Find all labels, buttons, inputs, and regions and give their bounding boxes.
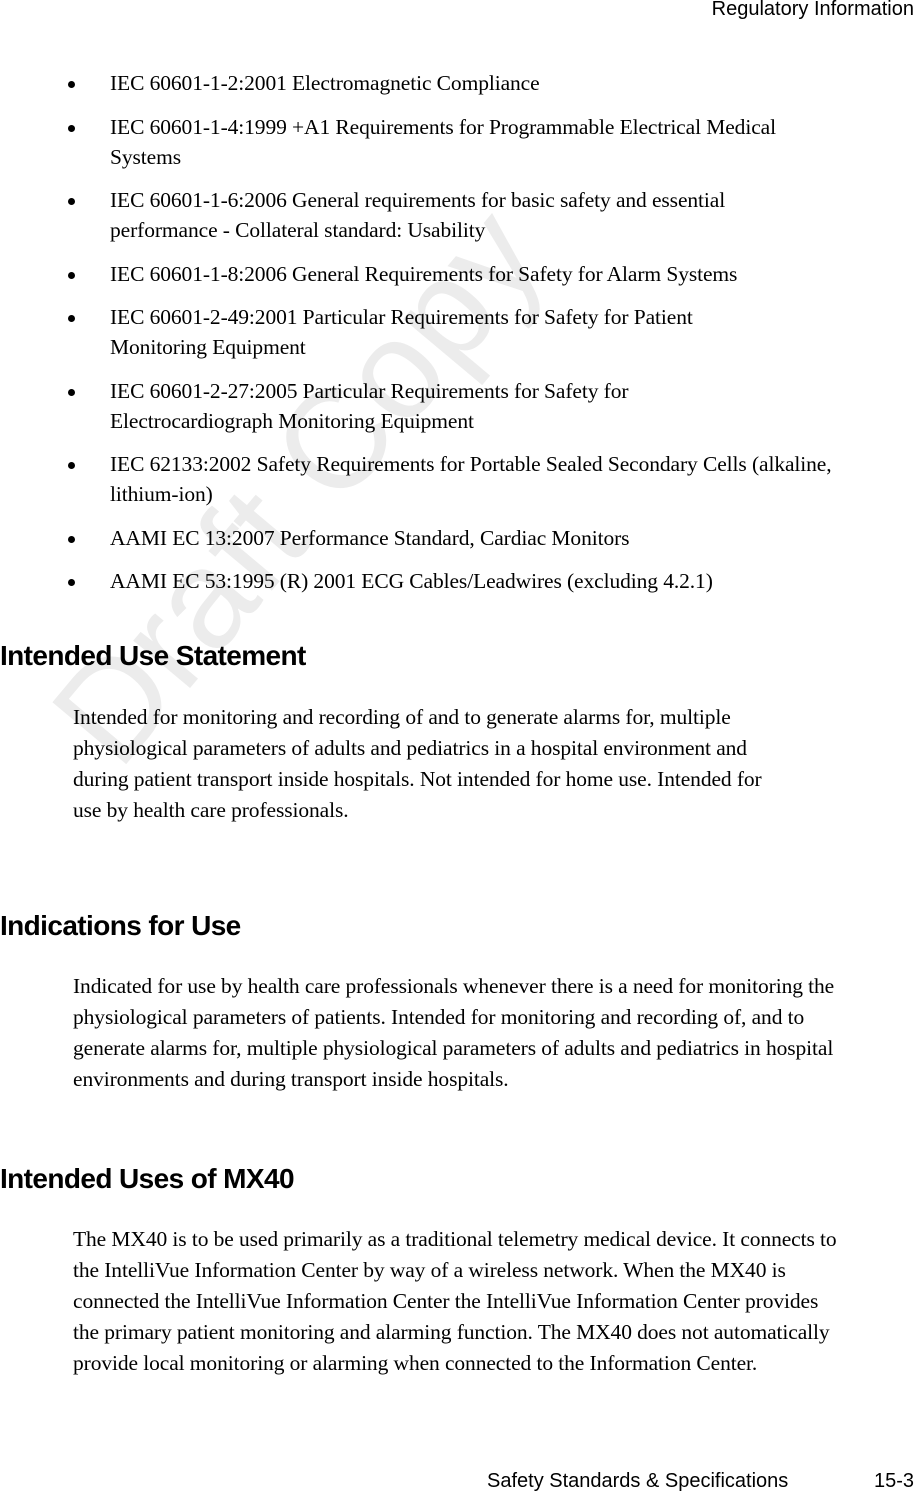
bullet-icon	[68, 315, 75, 322]
running-header: Regulatory Information	[711, 0, 914, 20]
list-item-text: IEC 60601-2-27:2005 Particular Requireme…	[110, 378, 629, 433]
list-item: AAMI EC 53:1995 (R) 2001 ECG Cables/Lead…	[64, 566, 854, 596]
list-item: IEC 60601-1-8:2006 General Requirements …	[64, 259, 854, 289]
list-item: IEC 60601-2-27:2005 Particular Requireme…	[64, 376, 854, 436]
footer-section-title: Safety Standards & Specifications	[487, 1470, 789, 1492]
section-body-intended-use: Intended for monitoring and recording of…	[73, 705, 762, 822]
list-item-text: IEC 60601-1-6:2006 General requirements …	[110, 188, 726, 242]
list-item-text: IEC 62133:2002 Safety Requirements for P…	[110, 452, 832, 506]
list-item: IEC 60601-1-6:2006 General requirements …	[64, 185, 854, 245]
list-item-text: IEC 60601-1-4:1999 +A1 Requirements for …	[110, 114, 776, 169]
list-item: AAMI EC 13:2007 Performance Standard, Ca…	[64, 523, 854, 553]
section-heading-indications: Indications for Use	[0, 910, 241, 941]
bullet-icon	[68, 198, 75, 205]
section-heading-intended-uses-mx40: Intended Uses of MX40	[0, 1163, 295, 1194]
bullet-icon	[68, 271, 75, 279]
section-body-intended-uses-mx40: The MX40 is to be used primarily as a tr…	[73, 1227, 837, 1375]
section-heading-intended-use: Intended Use Statement	[0, 640, 306, 671]
bullet-icon	[68, 124, 75, 132]
list-item-text: IEC 60601-2-49:2001 Particular Requireme…	[110, 305, 693, 359]
section-body-indications: Indicated for use by health care profess…	[73, 974, 835, 1091]
list-item: IEC 60601-1-4:1999 +A1 Requirements for …	[64, 112, 854, 172]
list-item-text: IEC 60601-1-2:2001 Electromagnetic Compl…	[110, 71, 540, 95]
list-item-text: IEC 60601-1-8:2006 General Requirements …	[110, 261, 738, 286]
bullet-icon	[68, 81, 75, 88]
list-item: IEC 62133:2002 Safety Requirements for P…	[64, 449, 854, 509]
footer-page-number: 15-3	[873, 1470, 914, 1492]
bullet-icon	[68, 579, 75, 586]
list-item: IEC 60601-1-2:2001 Electromagnetic Compl…	[64, 68, 854, 98]
bullet-icon	[68, 388, 75, 396]
list-item-text: AAMI EC 13:2007 Performance Standard, Ca…	[110, 525, 630, 550]
list-item-text: AAMI EC 53:1995 (R) 2001 ECG Cables/Lead…	[110, 569, 713, 593]
list-item: IEC 60601-2-49:2001 Particular Requireme…	[64, 302, 854, 362]
bullet-icon	[68, 462, 75, 469]
standards-list: IEC 60601-1-2:2001 Electromagnetic Compl…	[64, 68, 854, 610]
bullet-icon	[68, 535, 75, 543]
